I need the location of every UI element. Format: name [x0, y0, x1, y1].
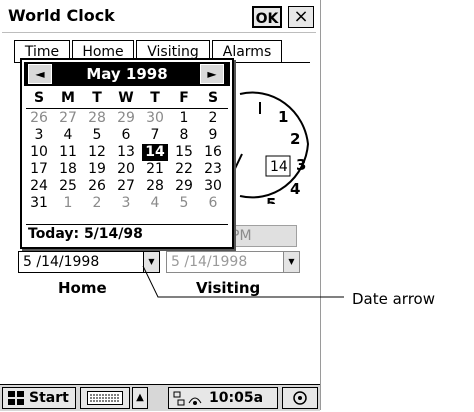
callout-label: Date arrow: [352, 290, 435, 308]
callout-line: [142, 265, 344, 298]
